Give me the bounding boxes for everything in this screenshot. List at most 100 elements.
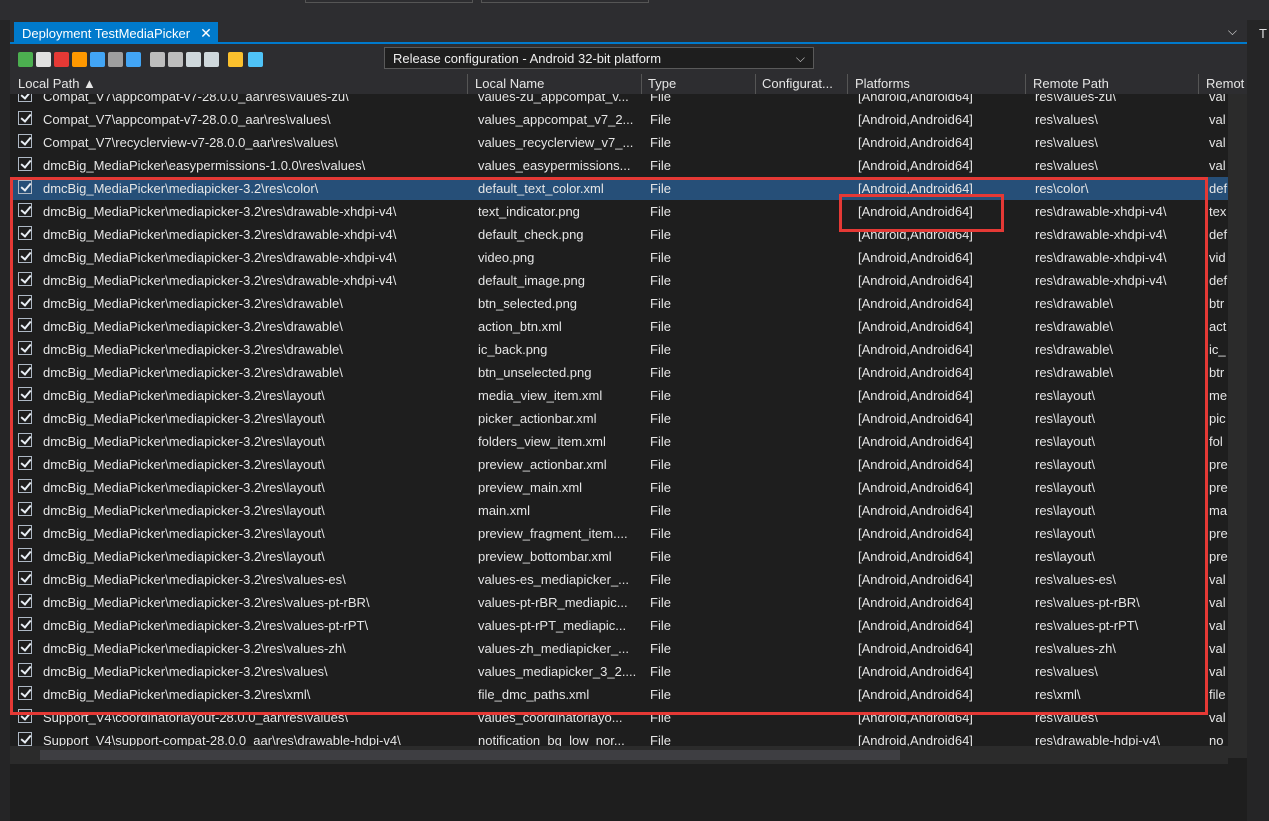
row-checkbox[interactable]: [18, 732, 32, 746]
table-row[interactable]: dmcBig_MediaPicker\mediapicker-3.2\res\c…: [10, 177, 1228, 200]
vertical-scrollbar[interactable]: [1228, 94, 1247, 758]
row-checkbox[interactable]: [18, 111, 32, 125]
folder-icon[interactable]: [228, 52, 243, 67]
table-row[interactable]: Support_V4\support-compat-28.0.0_aar\res…: [10, 729, 1228, 746]
row-checkbox[interactable]: [18, 180, 32, 194]
row-checkbox[interactable]: [18, 410, 32, 424]
cell-platforms: [Android,Android64]: [858, 273, 973, 288]
table-row[interactable]: dmcBig_MediaPicker\mediapicker-3.2\res\d…: [10, 361, 1228, 384]
connect-icon[interactable]: [90, 52, 105, 67]
table-row[interactable]: dmcBig_MediaPicker\mediapicker-3.2\res\v…: [10, 591, 1228, 614]
table-row[interactable]: dmcBig_MediaPicker\mediapicker-3.2\res\d…: [10, 200, 1228, 223]
col-platforms[interactable]: Platforms: [855, 76, 1025, 91]
row-checkbox[interactable]: [18, 134, 32, 148]
chevron-down-icon[interactable]: ⌵: [1228, 24, 1237, 39]
row-checkbox[interactable]: [18, 295, 32, 309]
row-checkbox[interactable]: [18, 249, 32, 263]
tree-icon[interactable]: [108, 52, 123, 67]
top-field-1[interactable]: [305, 0, 473, 3]
table-row[interactable]: dmcBig_MediaPicker\mediapicker-3.2\res\v…: [10, 568, 1228, 591]
row-checkbox[interactable]: [18, 594, 32, 608]
col-local-name[interactable]: Local Name: [475, 76, 640, 91]
horizontal-scrollbar[interactable]: [10, 746, 1228, 764]
table-row[interactable]: dmcBig_MediaPicker\mediapicker-3.2\res\x…: [10, 683, 1228, 706]
row-checkbox[interactable]: [18, 548, 32, 562]
row-checkbox[interactable]: [18, 571, 32, 585]
table-row[interactable]: dmcBig_MediaPicker\mediapicker-3.2\res\l…: [10, 453, 1228, 476]
col-separator[interactable]: [1198, 74, 1199, 94]
deploy-icon[interactable]: [248, 52, 263, 67]
table-row[interactable]: dmcBig_MediaPicker\mediapicker-3.2\res\l…: [10, 407, 1228, 430]
row-checkbox[interactable]: [18, 456, 32, 470]
collapse-icon[interactable]: [186, 52, 201, 67]
expand-icon[interactable]: [204, 52, 219, 67]
revert-icon[interactable]: [126, 52, 141, 67]
table-row[interactable]: Compat_V7\recyclerview-v7-28.0.0_aar\res…: [10, 131, 1228, 154]
col-separator[interactable]: [847, 74, 848, 94]
col-separator[interactable]: [755, 74, 756, 94]
table-row[interactable]: dmcBig_MediaPicker\easypermissions-1.0.0…: [10, 154, 1228, 177]
chevron-down-icon[interactable]: ⌵: [796, 51, 805, 66]
refresh-icon[interactable]: [18, 52, 33, 67]
table-row[interactable]: dmcBig_MediaPicker\mediapicker-3.2\res\v…: [10, 614, 1228, 637]
table-row[interactable]: dmcBig_MediaPicker\mediapicker-3.2\res\v…: [10, 660, 1228, 683]
configuration-select[interactable]: Release configuration - Android 32-bit p…: [384, 47, 814, 69]
table-row[interactable]: dmcBig_MediaPicker\mediapicker-3.2\res\d…: [10, 269, 1228, 292]
table-row[interactable]: dmcBig_MediaPicker\mediapicker-3.2\res\d…: [10, 246, 1228, 269]
row-checkbox[interactable]: [18, 663, 32, 677]
cell-platforms: [Android,Android64]: [858, 135, 973, 150]
row-checkbox[interactable]: [18, 617, 32, 631]
table-row[interactable]: Compat_V7\appcompat-v7-28.0.0_aar\res\va…: [10, 108, 1228, 131]
col-separator[interactable]: [1025, 74, 1026, 94]
tab-deployment[interactable]: Deployment TestMediaPicker ✕: [14, 22, 218, 44]
table-row[interactable]: dmcBig_MediaPicker\mediapicker-3.2\res\d…: [10, 292, 1228, 315]
row-checkbox[interactable]: [18, 709, 32, 723]
row-checkbox[interactable]: [18, 502, 32, 516]
row-checkbox[interactable]: [18, 387, 32, 401]
cell-local-path: dmcBig_MediaPicker\mediapicker-3.2\res\d…: [43, 296, 343, 311]
table-row[interactable]: dmcBig_MediaPicker\mediapicker-3.2\res\d…: [10, 223, 1228, 246]
table-row[interactable]: Support_V4\coordinatorlayout-28.0.0_aar\…: [10, 706, 1228, 729]
table-row[interactable]: Compat_V7\appcompat-v7-28.0.0_aar\res\va…: [10, 94, 1228, 108]
col-remote-name[interactable]: Remot: [1206, 76, 1246, 91]
row-checkbox[interactable]: [18, 364, 32, 378]
row-checkbox[interactable]: [18, 686, 32, 700]
row-checkbox[interactable]: [18, 157, 32, 171]
cell-type: File: [650, 457, 671, 472]
table-row[interactable]: dmcBig_MediaPicker\mediapicker-3.2\res\l…: [10, 545, 1228, 568]
col-separator[interactable]: [467, 74, 468, 94]
table-row[interactable]: dmcBig_MediaPicker\mediapicker-3.2\res\l…: [10, 430, 1228, 453]
row-checkbox[interactable]: [18, 341, 32, 355]
add-files-icon[interactable]: [36, 52, 51, 67]
col-configuration[interactable]: Configurat...: [762, 76, 847, 91]
close-icon[interactable]: ✕: [200, 25, 212, 42]
row-checkbox[interactable]: [18, 433, 32, 447]
cell-remote-path: res\values-es\: [1035, 572, 1116, 587]
remove-files-icon[interactable]: [54, 52, 69, 67]
row-checkbox[interactable]: [18, 479, 32, 493]
col-remote-path[interactable]: Remote Path: [1033, 76, 1198, 91]
row-checkbox[interactable]: [18, 318, 32, 332]
row-checkbox[interactable]: [18, 272, 32, 286]
table-row[interactable]: dmcBig_MediaPicker\mediapicker-3.2\res\l…: [10, 476, 1228, 499]
col-type[interactable]: Type: [648, 76, 748, 91]
table-row[interactable]: dmcBig_MediaPicker\mediapicker-3.2\res\l…: [10, 499, 1228, 522]
copy-icon[interactable]: [150, 52, 165, 67]
table-row[interactable]: dmcBig_MediaPicker\mediapicker-3.2\res\v…: [10, 637, 1228, 660]
table-row[interactable]: dmcBig_MediaPicker\mediapicker-3.2\res\l…: [10, 522, 1228, 545]
paste-icon[interactable]: [168, 52, 183, 67]
row-checkbox[interactable]: [18, 203, 32, 217]
table-row[interactable]: dmcBig_MediaPicker\mediapicker-3.2\res\d…: [10, 315, 1228, 338]
row-checkbox[interactable]: [18, 640, 32, 654]
top-field-2[interactable]: [481, 0, 649, 3]
col-local-path[interactable]: Local Path ▲: [18, 76, 468, 91]
table-row[interactable]: dmcBig_MediaPicker\mediapicker-3.2\res\l…: [10, 384, 1228, 407]
cell-type: File: [650, 687, 671, 702]
row-checkbox[interactable]: [18, 94, 32, 102]
table-row[interactable]: dmcBig_MediaPicker\mediapicker-3.2\res\d…: [10, 338, 1228, 361]
row-checkbox[interactable]: [18, 226, 32, 240]
col-separator[interactable]: [641, 74, 642, 94]
scrollbar-thumb[interactable]: [40, 750, 900, 760]
add-featured-files-icon[interactable]: [72, 52, 87, 67]
row-checkbox[interactable]: [18, 525, 32, 539]
